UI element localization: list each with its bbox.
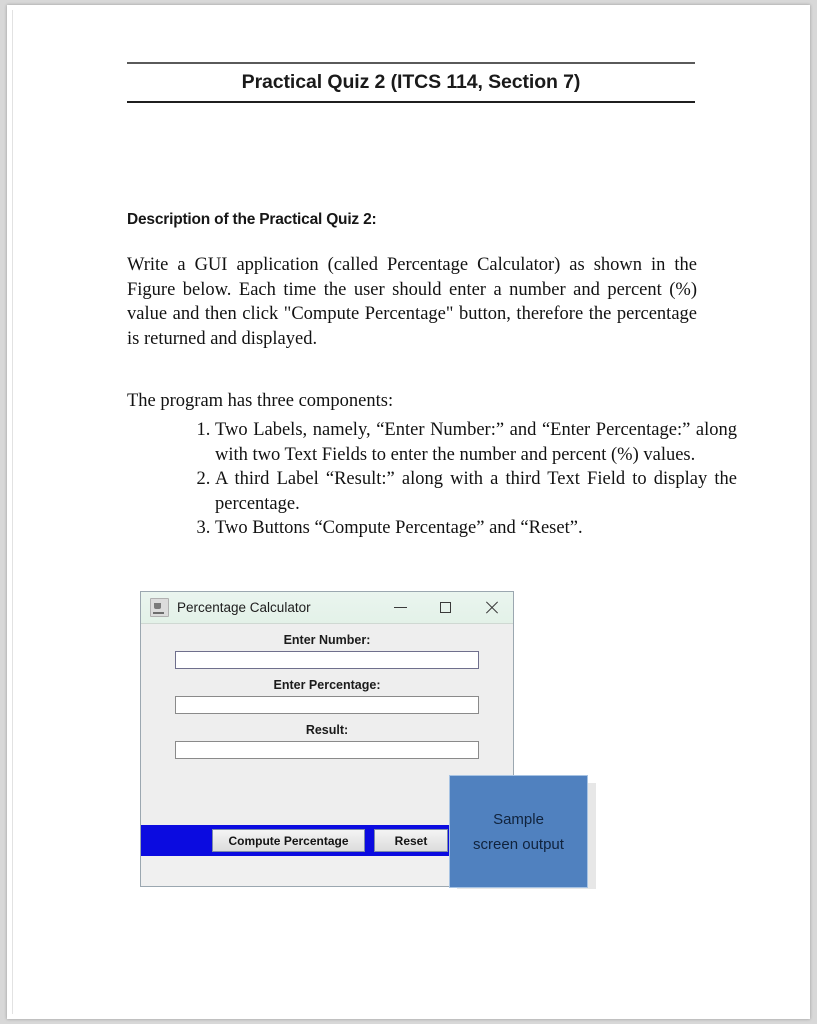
page-title: Practical Quiz 2 (ITCS 114, Section 7) — [241, 71, 581, 93]
document-page: Practical Quiz 2 (ITCS 114, Section 7) D… — [12, 10, 806, 1014]
enter-number-label: Enter Number: — [283, 633, 371, 647]
maximize-button[interactable] — [423, 592, 468, 623]
window-controls — [378, 592, 513, 623]
close-icon — [484, 601, 498, 615]
java-app-icon — [150, 598, 169, 617]
result-input[interactable] — [175, 741, 479, 759]
compute-percentage-button[interactable]: Compute Percentage — [212, 829, 365, 852]
list-item: Two Labels, namely, “Enter Number:” and … — [215, 418, 737, 467]
maximize-icon — [440, 602, 451, 613]
enter-percentage-input[interactable] — [175, 696, 479, 714]
components-list: Two Labels, namely, “Enter Number:” and … — [179, 418, 737, 541]
title-block: Practical Quiz 2 (ITCS 114, Section 7) — [127, 62, 695, 103]
list-item: A third Label “Result:” along with a thi… — [215, 467, 737, 516]
section-heading: Description of the Practical Quiz 2: — [127, 211, 377, 228]
components-intro: The program has three components: — [127, 391, 394, 411]
reset-button[interactable]: Reset — [374, 829, 448, 852]
sample-output-callout: Sample screen output — [449, 775, 588, 888]
app-window-title: Percentage Calculator — [177, 600, 311, 615]
callout-line-1: Sample — [493, 810, 544, 828]
list-item: Two Buttons “Compute Percentage” and “Re… — [215, 516, 737, 541]
minimize-button[interactable] — [378, 592, 423, 623]
title-rule-bottom — [127, 101, 695, 103]
callout-line-2: screen output — [473, 835, 564, 853]
result-label: Result: — [305, 723, 349, 737]
close-button[interactable] — [468, 592, 513, 623]
intro-paragraph: Write a GUI application (called Percenta… — [127, 255, 697, 349]
minimize-icon — [394, 607, 407, 608]
enter-percentage-label: Enter Percentage: — [273, 678, 381, 692]
app-titlebar: Percentage Calculator — [141, 592, 513, 624]
enter-number-input[interactable] — [175, 651, 479, 669]
